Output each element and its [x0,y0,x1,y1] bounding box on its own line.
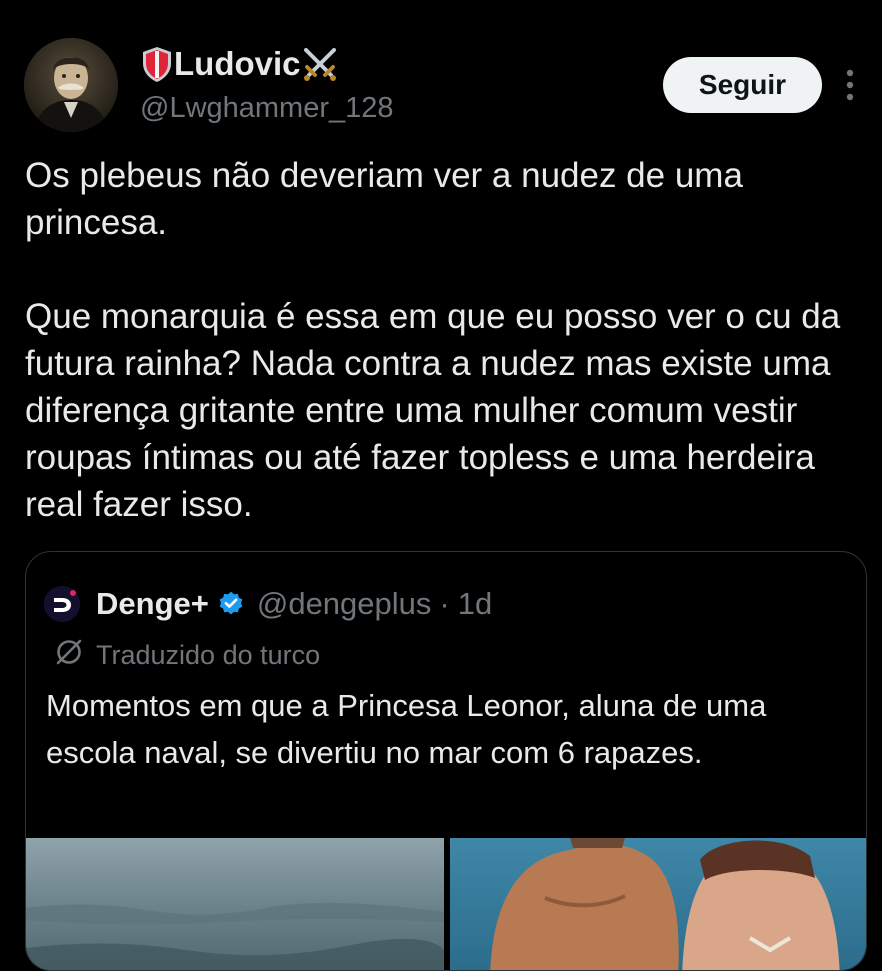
quoted-author-name[interactable]: Denge+ [96,586,209,622]
avatar[interactable] [24,38,118,132]
tweet-paragraph: Os plebeus não deveriam ver a nudez de u… [25,156,743,242]
crossed-swords-icon [301,45,339,83]
tweet-text: Os plebeus não deveriam ver a nudez de u… [25,152,865,528]
quoted-tweet-card[interactable]: Denge+ @dengeplus · 1d Traduzido do turc… [25,551,867,971]
denge-logo-icon [44,586,80,622]
translate-icon [54,637,96,674]
verified-badge-icon [217,590,245,618]
tweet-paragraph: Que monarquia é essa em que eu posso ver… [25,297,841,524]
quoted-author-handle[interactable]: @dengeplus [257,586,432,622]
follow-button[interactable]: Seguir [663,57,822,113]
translated-label-text: Traduzido do turco [96,639,321,670]
quoted-tweet-header: Denge+ @dengeplus · 1d [44,582,492,626]
quoted-tweet-text: Momentos em que a Princesa Leonor, aluna… [46,688,767,770]
author-name-text: Ludovic [174,45,301,82]
author-display-name[interactable]: Ludovic [140,40,339,88]
more-vertical-icon[interactable] [836,62,864,108]
author-handle[interactable]: @Lwghammer_128 [140,92,394,125]
quoted-timestamp[interactable]: 1d [458,586,492,622]
separator-dot: · [439,586,450,621]
translated-label[interactable]: Traduzido do turco [54,637,320,673]
media-image-beach[interactable] [450,838,866,970]
media-image-sea[interactable] [26,838,444,970]
shield-icon [140,45,174,83]
